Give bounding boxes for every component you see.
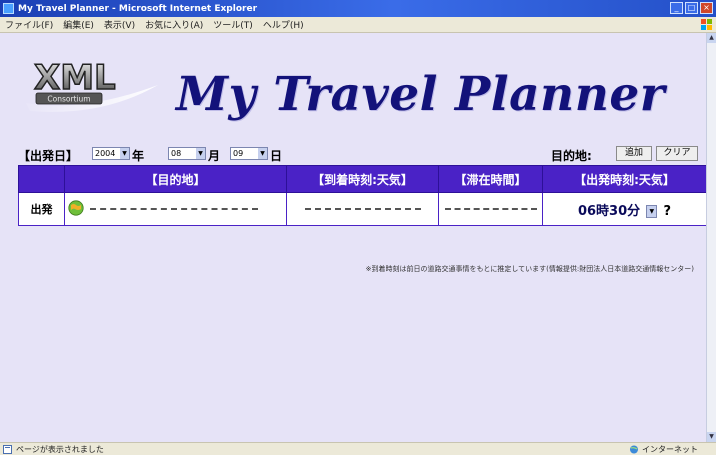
window-title-bar[interactable]: My Travel Planner - Microsoft Internet E… [0,0,716,17]
header-row-label [18,165,65,193]
security-zone: インターネット [629,444,698,455]
header-arrival: 【到着時刻:天気】 [286,165,439,193]
travel-plan-table: 【目的地】 【到着時刻:天気】 【滞在時間】 【出発時刻:天気】 出発 06時3… [18,165,707,226]
year-select[interactable]: 2004 ▼ [92,147,130,160]
menu-help[interactable]: ヘルプ(H) [258,18,309,31]
departure-time[interactable]: 06時30分 [578,204,640,219]
departure-date-label: 【出発日】 [18,149,79,163]
menu-edit[interactable]: 編集(E) [58,18,99,31]
window-controls: _ □ × [670,2,713,14]
date-selection-row: 【出発日】 2004 ▼ 年 08 ▼ 月 09 ▼ 日 目的地: 追加 クリア [18,146,708,164]
maximize-button[interactable]: □ [685,2,698,14]
page-content: XML Consortium My Travel Planner 【出発日】 2… [0,33,708,442]
departure-cell: 06時30分 ▼ ? [542,192,707,226]
day-select[interactable]: 09 ▼ [230,147,268,160]
year-select-value: 2004 [95,149,116,158]
menu-file[interactable]: ファイル(F) [0,18,58,31]
minimize-button[interactable]: _ [670,2,683,14]
add-destination-button[interactable]: 追加 [616,146,652,161]
stay-cell [438,192,543,226]
close-button[interactable]: × [700,2,713,14]
header-destination: 【目的地】 [64,165,287,193]
destination-label: 目的地: [551,149,592,163]
day-select-value: 09 [233,149,244,158]
status-text: ページが表示されました [16,444,104,454]
status-bar: ページが表示されました インターネット [0,442,716,455]
svg-text:XML: XML [34,58,116,98]
vertical-scrollbar[interactable]: ▲ ▼ [706,33,716,442]
arrival-empty-placeholder [304,207,421,210]
page-title: My Travel Planner [176,67,666,122]
table-row: 出発 06時30分 ▼ ? [18,192,707,226]
chevron-down-icon: ▼ [196,148,205,159]
arrival-cell [286,192,439,226]
year-unit-label: 年 [132,149,145,163]
chevron-down-icon: ▼ [258,148,267,159]
month-select-value: 08 [171,149,182,158]
menu-bar: ファイル(F) 編集(E) 表示(V) お気に入り(A) ツール(T) ヘルプ(… [0,17,716,33]
internet-zone-icon [630,445,638,453]
clear-button[interactable]: クリア [656,146,698,161]
table-header-row: 【目的地】 【到着時刻:天気】 【滞在時間】 【出発時刻:天気】 [18,165,707,193]
svg-text:Consortium: Consortium [47,95,90,104]
header-stay: 【滞在時間】 [438,165,543,193]
traffic-info-note: ※到着時刻は前日の道路交通事情をもとに推定しています(情報提供:財団法人日本道路… [365,265,694,273]
stay-empty-placeholder [444,207,537,210]
chevron-down-icon[interactable]: ▼ [646,205,658,218]
menu-tools[interactable]: ツール(T) [208,18,258,31]
chevron-down-icon: ▼ [120,148,129,159]
header-departure: 【出発時刻:天気】 [542,165,707,193]
weather-unknown-icon: ? [663,203,672,219]
row-label-departure: 出発 [18,192,65,226]
page-icon [3,444,12,454]
month-select[interactable]: 08 ▼ [168,147,206,160]
month-unit-label: 月 [208,149,221,163]
scroll-down-icon[interactable]: ▼ [707,432,716,442]
destination-empty-placeholder [90,207,258,210]
zone-text: インターネット [642,444,698,454]
ie-app-icon [3,3,14,14]
windows-logo-icon [701,19,712,30]
day-unit-label: 日 [270,149,283,163]
menu-favorites[interactable]: お気に入り(A) [140,18,208,31]
globe-icon[interactable] [68,200,84,216]
destination-cell[interactable] [64,192,287,226]
window-title: My Travel Planner - Microsoft Internet E… [18,3,258,14]
scroll-up-icon[interactable]: ▲ [707,33,716,43]
xml-consortium-logo: XML Consortium [26,57,158,112]
menu-view[interactable]: 表示(V) [99,18,140,31]
